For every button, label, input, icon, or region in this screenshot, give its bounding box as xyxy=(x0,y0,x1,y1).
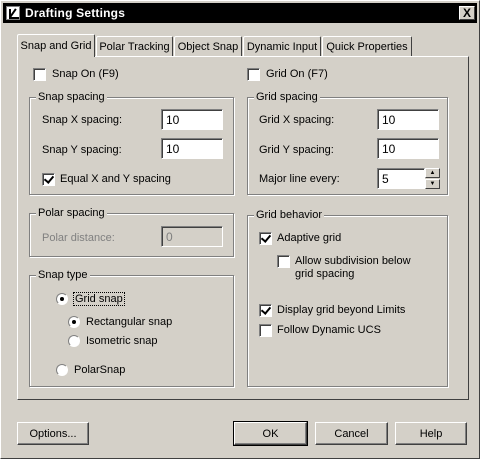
polarsnap-radio[interactable] xyxy=(56,364,68,376)
rectangular-snap-radio[interactable] xyxy=(68,316,80,328)
tab-object-snap[interactable]: Object Snap xyxy=(174,36,242,56)
polarsnap-label[interactable]: PolarSnap xyxy=(74,364,125,376)
isometric-snap-label[interactable]: Isometric snap xyxy=(86,335,158,347)
equal-xy-spacing-label[interactable]: Equal X and Y spacing xyxy=(60,173,171,185)
snap-x-spacing-label: Snap X spacing: xyxy=(42,114,123,126)
grid-y-spacing-input[interactable] xyxy=(377,138,439,159)
cancel-button[interactable]: Cancel xyxy=(315,422,388,445)
snap-on-label[interactable]: Snap On (F9) xyxy=(52,68,119,80)
snap-y-spacing-input[interactable] xyxy=(161,138,223,159)
polar-distance-label: Polar distance: xyxy=(42,232,115,244)
spin-down-button[interactable]: ▼ xyxy=(425,179,440,189)
close-button[interactable]: X xyxy=(459,6,475,20)
grid-on-checkbox[interactable] xyxy=(247,68,260,81)
grid-snap-radio[interactable] xyxy=(56,293,68,305)
follow-dynamic-ucs-label[interactable]: Follow Dynamic UCS xyxy=(277,324,381,336)
snap-spacing-title: Snap spacing xyxy=(36,91,107,103)
polar-spacing-title: Polar spacing xyxy=(36,207,107,219)
tab-snap-and-grid[interactable]: Snap and Grid xyxy=(17,34,95,57)
equal-xy-spacing-checkbox[interactable] xyxy=(42,173,55,186)
display-beyond-limits-label[interactable]: Display grid beyond Limits xyxy=(277,304,405,316)
grid-x-spacing-input[interactable] xyxy=(377,109,439,130)
close-icon: X xyxy=(462,6,471,20)
isometric-snap-radio[interactable] xyxy=(68,335,80,347)
snap-y-spacing-label: Snap Y spacing: xyxy=(42,144,122,156)
snap-x-spacing-input[interactable] xyxy=(161,109,223,130)
major-line-label: Major line every: xyxy=(259,173,340,185)
grid-snap-label[interactable]: Grid snap xyxy=(73,292,125,306)
grid-y-spacing-label: Grid Y spacing: xyxy=(259,144,334,156)
grid-spacing-title: Grid spacing xyxy=(254,91,320,103)
tab-polar-tracking[interactable]: Polar Tracking xyxy=(96,36,173,56)
snap-type-title: Snap type xyxy=(36,269,90,281)
grid-on-label[interactable]: Grid On (F7) xyxy=(266,68,328,80)
snap-on-checkbox[interactable] xyxy=(33,68,46,81)
grid-behavior-title: Grid behavior xyxy=(254,209,325,221)
rectangular-snap-label[interactable]: Rectangular snap xyxy=(86,316,172,328)
allow-subdivision-label-line2[interactable]: grid spacing xyxy=(295,268,354,280)
drafting-app-icon xyxy=(6,6,20,20)
triangle-up-icon: ▲ xyxy=(429,170,436,176)
major-line-input[interactable] xyxy=(377,168,425,189)
adaptive-grid-checkbox[interactable] xyxy=(259,232,272,245)
adaptive-grid-label[interactable]: Adaptive grid xyxy=(277,232,341,244)
drafting-settings-dialog: Drafting Settings X Snap and Grid Polar … xyxy=(0,0,480,459)
ok-button[interactable]: OK xyxy=(233,421,308,446)
window-title: Drafting Settings xyxy=(25,6,126,20)
allow-subdivision-label[interactable]: Allow subdivision below xyxy=(295,255,411,267)
follow-dynamic-ucs-checkbox[interactable] xyxy=(259,324,272,337)
major-line-spinner: ▲ ▼ xyxy=(425,168,440,189)
title-bar[interactable]: Drafting Settings X xyxy=(3,3,477,23)
allow-subdivision-checkbox[interactable] xyxy=(277,255,290,268)
display-beyond-limits-checkbox[interactable] xyxy=(259,304,272,317)
polar-distance-input xyxy=(161,226,223,247)
spin-up-button[interactable]: ▲ xyxy=(425,168,440,178)
tab-dynamic-input[interactable]: Dynamic Input xyxy=(243,36,321,56)
tab-quick-properties[interactable]: Quick Properties xyxy=(322,36,412,56)
grid-x-spacing-label: Grid X spacing: xyxy=(259,114,335,126)
options-button[interactable]: Options... xyxy=(17,422,89,445)
triangle-down-icon: ▼ xyxy=(429,181,436,187)
help-button[interactable]: Help xyxy=(395,422,467,445)
